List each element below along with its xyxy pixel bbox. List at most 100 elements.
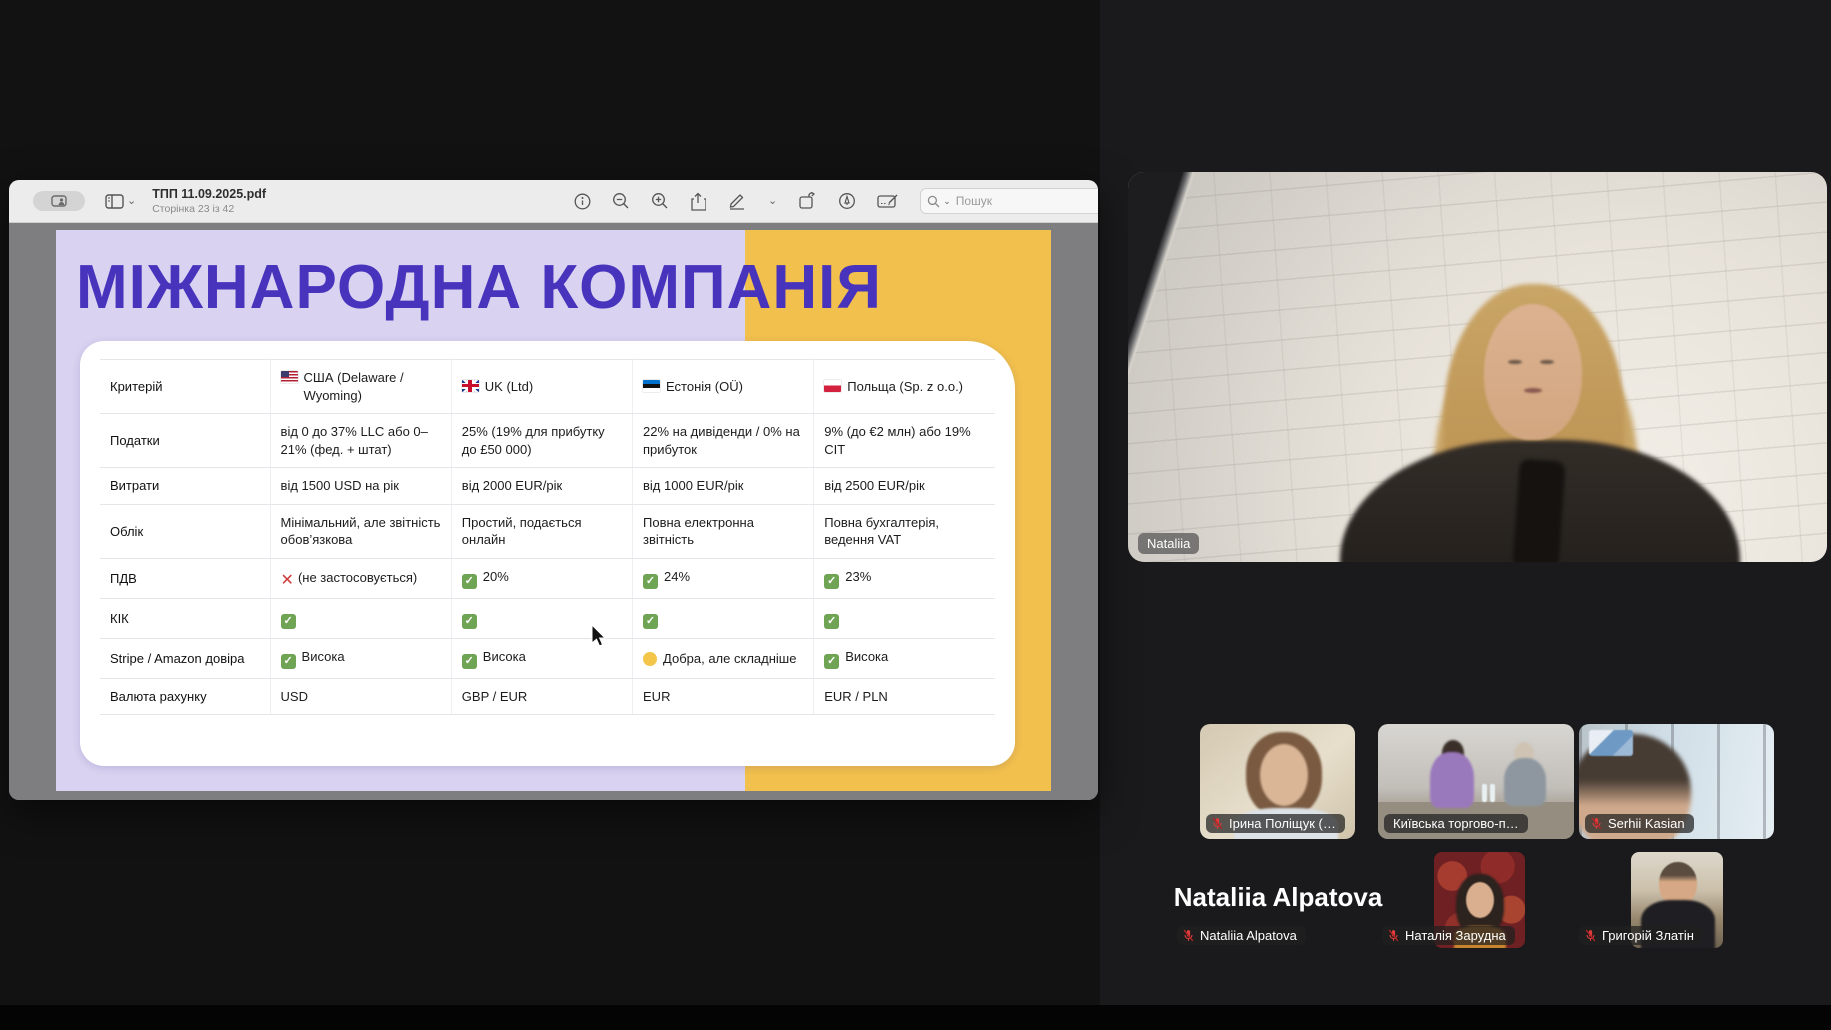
- column-header-text: UK (Ltd): [485, 378, 533, 396]
- participant-big-name[interactable]: Nataliia Alpatova: [1178, 876, 1378, 918]
- cell-text: від 2000 EUR/рік: [462, 478, 562, 493]
- comparison-card: Критерій США (Delaware / Wyoming) UK (Ltd…: [80, 341, 1015, 766]
- table-cell: USD: [270, 678, 451, 715]
- cell-text: від 1500 USD на рік: [281, 478, 399, 493]
- check-icon: ✓: [462, 574, 477, 589]
- markup-pencil-button[interactable]: [727, 192, 747, 210]
- document-title: ТПП 11.09.2025.pdf: [152, 187, 266, 202]
- screen: ⌄ ТПП 11.09.2025.pdf Сторінка 23 із 42: [0, 0, 1831, 1030]
- table-cell: ✓: [814, 598, 995, 638]
- cell-text: 24%: [664, 569, 690, 584]
- window-proxy-button[interactable]: [33, 191, 85, 211]
- water-bottle: [1490, 784, 1495, 802]
- cell-text: Висока: [483, 649, 526, 664]
- participant-figure: [1504, 758, 1546, 806]
- pdf-preview-window: ⌄ ТПП 11.09.2025.pdf Сторінка 23 із 42: [9, 180, 1098, 800]
- info-button[interactable]: [574, 193, 591, 210]
- check-icon: ✓: [643, 614, 658, 629]
- table-cell: ✓: [633, 598, 814, 638]
- cell-text: 25% (19% для прибутку до £50 000): [462, 424, 605, 457]
- cell-text: Висока: [302, 649, 345, 664]
- zoom-in-button[interactable]: [651, 192, 669, 210]
- column-header-text: США (Delaware / Wyoming): [304, 369, 441, 404]
- table-row: Валюта рахункуUSDGBP / EUREUREUR / PLN: [100, 678, 995, 715]
- share-button[interactable]: [690, 192, 706, 211]
- search-field[interactable]: ⌄: [920, 188, 1098, 214]
- row-label: Податки: [100, 414, 270, 468]
- search-chevron-icon[interactable]: ⌄: [943, 197, 951, 206]
- cell-text: Висока: [845, 649, 888, 664]
- ee-flag-icon: [643, 380, 660, 392]
- virtual-background-logo: [1589, 730, 1633, 756]
- table-cell: ✓ 20%: [451, 558, 632, 598]
- participant-tile-irina[interactable]: Ірина Поліщук (…: [1200, 724, 1355, 839]
- participant-name-text: Григорій Златін: [1602, 928, 1694, 943]
- check-icon: ✓: [824, 614, 839, 629]
- zoom-out-button[interactable]: [612, 192, 630, 210]
- pdf-toolbar: ⌄ ТПП 11.09.2025.pdf Сторінка 23 із 42: [9, 180, 1098, 223]
- cell-text: 9% (до €2 млн) або 19% CIT: [824, 424, 970, 457]
- participant-tile-serhii[interactable]: Serhii Kasian: [1579, 724, 1774, 839]
- instant-alpha-button[interactable]: [838, 192, 856, 210]
- participant-name-label: Serhii Kasian: [1585, 814, 1694, 833]
- cell-text: 20%: [483, 569, 509, 584]
- participant-name-text: Ірина Поліщук (…: [1229, 816, 1336, 831]
- search-input[interactable]: [954, 193, 1098, 209]
- table-cell: 25% (19% для прибутку до £50 000): [451, 414, 632, 468]
- check-icon: ✓: [462, 654, 477, 669]
- table-row: ПДВ✕(не застосовується)✓20%✓24%✓23%: [100, 558, 995, 598]
- participant-name-label: Григорій Златін: [1579, 926, 1703, 945]
- speaker-features: [1500, 358, 1566, 398]
- main-speaker-video[interactable]: Nataliia: [1128, 172, 1827, 562]
- participant-name-text: Nataliia Alpatova: [1200, 928, 1297, 943]
- table-cell: від 0 до 37% LLC або 0–21% (фед. + штат): [270, 414, 451, 468]
- table-row: Податкивід 0 до 37% LLC або 0–21% (фед. …: [100, 414, 995, 468]
- markup-chevron-icon[interactable]: ⌄: [768, 196, 777, 207]
- main-speaker-nametag: Nataliia: [1138, 533, 1199, 554]
- participant-name-text: Київська торгово-п…: [1393, 816, 1519, 831]
- participant-name-label: Ірина Поліщук (…: [1206, 814, 1345, 833]
- cell-text: EUR: [643, 689, 670, 704]
- participant-tile-kyiv-chamber[interactable]: Київська торгово-п…: [1378, 724, 1574, 839]
- participant-name-text: Наталія Зарудна: [1405, 928, 1506, 943]
- sidebar-chevron-icon[interactable]: ⌄: [127, 196, 136, 207]
- pl-flag-icon: [824, 380, 841, 392]
- muted-mic-icon: [1584, 929, 1597, 942]
- form-fill-button[interactable]: [877, 193, 899, 209]
- muted-mic-icon: [1182, 929, 1195, 942]
- rotate-button[interactable]: [798, 192, 817, 210]
- table-cell: від 1500 USD на рік: [270, 468, 451, 505]
- table-cell: від 1000 EUR/рік: [633, 468, 814, 505]
- row-label: КІК: [100, 598, 270, 638]
- cross-icon: ✕: [281, 573, 294, 588]
- us-flag-icon: [281, 371, 298, 383]
- screen-share-icon: [51, 195, 67, 207]
- sidebar-toggle-button[interactable]: [105, 194, 124, 209]
- cell-text: від 2500 EUR/рік: [824, 478, 924, 493]
- column-header-text: Естонія (OÜ): [666, 378, 743, 396]
- table-cell: Повна бухгалтерія, ведення VAT: [814, 504, 995, 558]
- participant-name-label: Київська торгово-п…: [1384, 814, 1528, 833]
- table-row: КІК✓✓✓✓: [100, 598, 995, 638]
- mouse-cursor: [591, 624, 608, 648]
- document-title-block: ТПП 11.09.2025.pdf Сторінка 23 із 42: [152, 187, 266, 216]
- table-column-header: Естонія (OÜ): [633, 360, 814, 414]
- cell-text: EUR / PLN: [824, 689, 888, 704]
- cell-text: від 1000 EUR/рік: [643, 478, 743, 493]
- table-row: ОблікМінімальний, але звітність обов’язк…: [100, 504, 995, 558]
- participant-name-text: Serhii Kasian: [1608, 816, 1685, 831]
- table-header-criterion: Критерій: [100, 360, 270, 414]
- table-cell: 22% на дивіденди / 0% на прибуток: [633, 414, 814, 468]
- check-icon: ✓: [281, 654, 296, 669]
- search-icon: [927, 195, 940, 208]
- table-cell: Простий, подається онлайн: [451, 504, 632, 558]
- yellow-dot-icon: [643, 652, 657, 666]
- table-cell: EUR: [633, 678, 814, 715]
- table-cell: Добра, але складніше: [633, 638, 814, 678]
- participant-figure: [1430, 752, 1474, 808]
- table-cell: ✓ Висока: [270, 638, 451, 678]
- comparison-table: Критерій США (Delaware / Wyoming) UK (Ltd…: [100, 359, 995, 715]
- table-cell: від 2000 EUR/рік: [451, 468, 632, 505]
- cell-text: Добра, але складніше: [663, 651, 796, 666]
- muted-mic-icon: [1590, 817, 1603, 830]
